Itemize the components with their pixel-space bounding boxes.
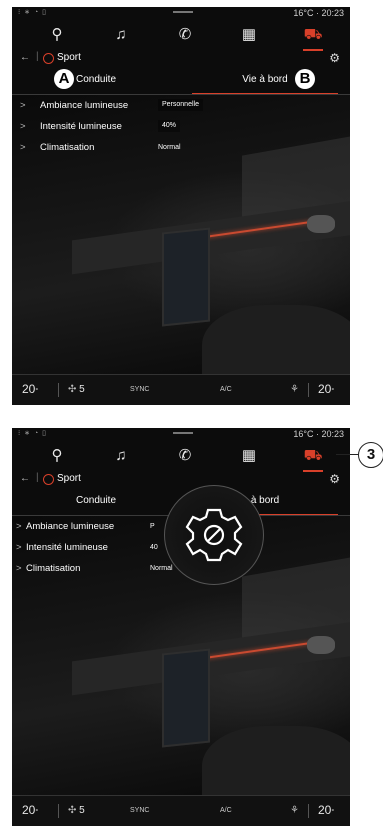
app-bar: ⚲ ♫ ✆ ▦ ⛟	[12, 19, 350, 51]
phone-icon[interactable]: ✆	[172, 446, 198, 466]
apps-grid-icon[interactable]: ▦	[236, 25, 262, 45]
status-time: 20:23	[321, 429, 344, 439]
fan-speed[interactable]: ✣ 5	[68, 384, 85, 395]
driving-mode-icon	[43, 53, 54, 64]
chevron-right-icon: >	[16, 542, 22, 553]
chevron-right-icon: >	[16, 563, 22, 574]
drag-handle[interactable]	[173, 11, 193, 13]
sync-button[interactable]: SYNC	[130, 386, 149, 393]
settings-list: > Ambiance lumineuse Personnelle > Inten…	[12, 95, 350, 158]
temp-right[interactable]: 20°	[318, 382, 334, 396]
music-note-icon[interactable]: ♫	[108, 25, 134, 45]
callout-leader-line	[336, 454, 358, 455]
car-icon[interactable]: ⛟	[300, 25, 326, 51]
signal-icon: ⁝ ∗ ◔ ▯	[18, 9, 48, 16]
location-pin-icon[interactable]: ⚲	[44, 446, 70, 466]
app-bar: ⚲ ♫ ✆ ▦ ⛟	[12, 440, 350, 472]
marker-a: A	[54, 69, 74, 89]
apps-grid-icon[interactable]: ▦	[236, 446, 262, 466]
climate-bar: 20° ✣ 5 SYNC A/C ⚘ 20°	[12, 795, 350, 826]
back-arrow-icon[interactable]: ←	[20, 473, 30, 484]
list-item[interactable]: > Ambiance lumineuse Personnelle	[12, 95, 350, 116]
callout-number: 3	[358, 442, 383, 468]
marker-b: B	[295, 69, 315, 89]
ac-button[interactable]: A/C	[220, 807, 232, 814]
signal-icon: ⁝ ∗ ◔ ▯	[18, 430, 48, 437]
settings-zoom-callout	[164, 485, 264, 585]
status-bar: ⁝ ∗ ◔ ▯ 16°C · 20:23	[18, 8, 344, 18]
seat-heat-icon[interactable]: ⚘	[290, 805, 299, 816]
status-temperature: 16°C	[293, 8, 314, 18]
ac-button[interactable]: A/C	[220, 386, 232, 393]
tab-conduite[interactable]: Conduite	[12, 67, 180, 93]
temp-right[interactable]: 20°	[318, 803, 334, 817]
gear-icon	[185, 508, 243, 562]
drag-handle[interactable]	[173, 432, 193, 434]
page-title: Sport	[57, 473, 81, 484]
sync-button[interactable]: SYNC	[130, 807, 149, 814]
location-pin-icon[interactable]: ⚲	[44, 25, 70, 45]
phone-icon[interactable]: ✆	[172, 25, 198, 45]
temp-left[interactable]: 20°	[22, 803, 38, 817]
chevron-right-icon: >	[20, 121, 26, 132]
seat-heat-icon[interactable]: ⚘	[290, 384, 299, 395]
chevron-right-icon: >	[20, 142, 26, 153]
status-time: 20:23	[321, 8, 344, 18]
back-arrow-icon[interactable]: ←	[20, 52, 30, 63]
fan-icon: ✣	[68, 384, 77, 395]
driving-mode-icon	[43, 474, 54, 485]
status-temperature: 16°C	[293, 429, 314, 439]
tab-vie-a-bord[interactable]: Vie à bord	[180, 67, 350, 95]
car-icon[interactable]: ⛟	[300, 446, 326, 472]
list-item[interactable]: > Intensité lumineuse 40%	[12, 116, 350, 137]
music-note-icon[interactable]: ♫	[108, 446, 134, 466]
climate-bar: 20° ✣ 5 SYNC A/C ⚘ 20°	[12, 374, 350, 405]
page-title: Sport	[57, 52, 81, 63]
gear-icon[interactable]: ⚙	[329, 51, 340, 65]
gear-icon[interactable]: ⚙	[329, 472, 340, 486]
tab-conduite[interactable]: Conduite	[12, 488, 180, 514]
status-bar: ⁝ ∗ ◔ ▯ 16°C · 20:23	[18, 429, 344, 439]
screen-top: ⁝ ∗ ◔ ▯ 16°C · 20:23 ⚲ ♫ ✆ ▦ ⛟ ← | Sport…	[12, 7, 350, 405]
chevron-right-icon: >	[20, 100, 26, 111]
fan-speed[interactable]: ✣ 5	[68, 805, 85, 816]
page-header: ← | Sport ⚙	[20, 51, 340, 65]
screen-bottom: ⁝ ∗ ◔ ▯ 16°C · 20:23 ⚲ ♫ ✆ ▦ ⛟ ← | Sport…	[12, 428, 350, 826]
list-item[interactable]: > Climatisation Normal	[12, 137, 350, 158]
temp-left[interactable]: 20°	[22, 382, 38, 396]
chevron-right-icon: >	[16, 521, 22, 532]
fan-icon: ✣	[68, 805, 77, 816]
